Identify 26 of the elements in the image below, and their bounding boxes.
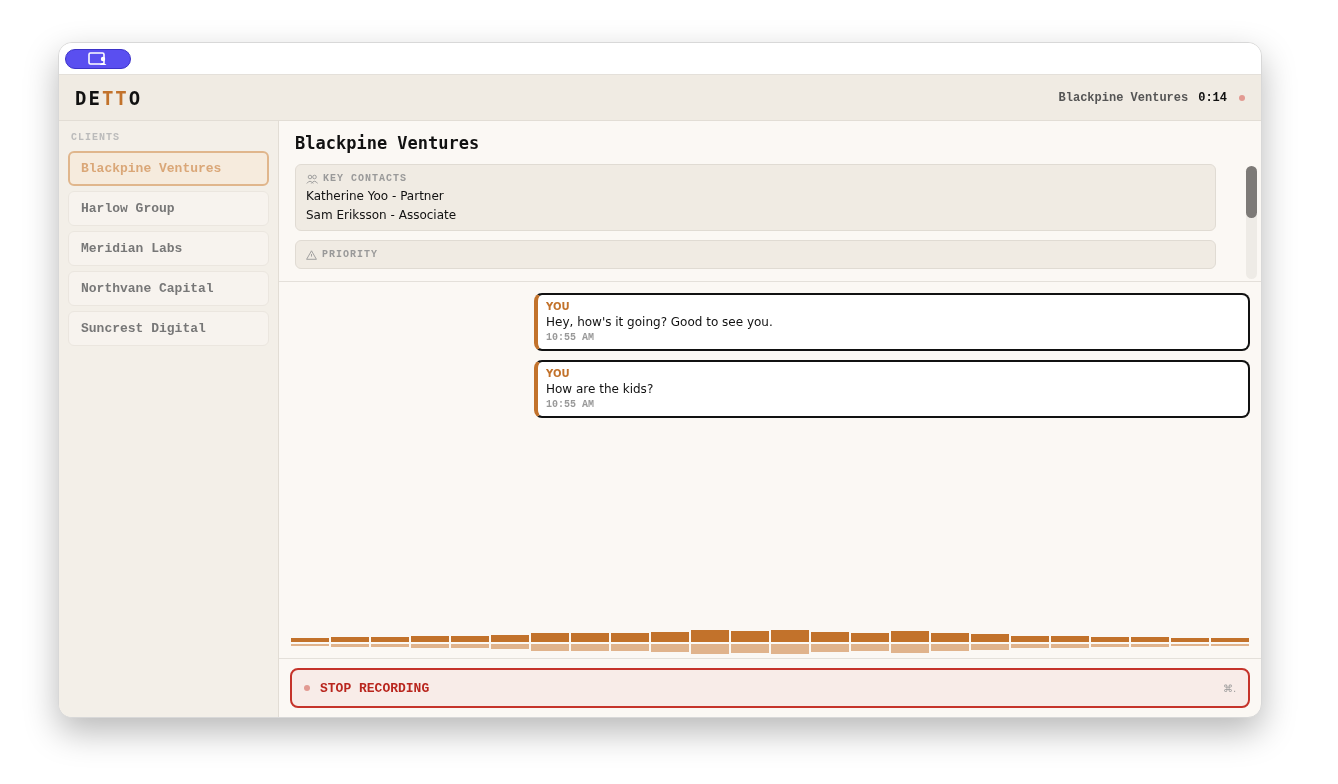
client-item[interactable]: Meridian Labs: [68, 231, 269, 266]
scrollbar[interactable]: [1246, 166, 1257, 279]
warning-icon: [306, 249, 317, 260]
client-item[interactable]: Suncrest Digital: [68, 311, 269, 346]
people-icon: [306, 173, 318, 184]
sidebar-heading: CLIENTS: [71, 132, 121, 143]
message-text: Hey, how's it going? Good to see you.: [546, 315, 774, 329]
message-time: 10:55 AM: [546, 332, 595, 343]
client-title: Blackpine Ventures: [295, 133, 481, 153]
current-client: Blackpine Ventures: [1058, 90, 1189, 105]
message-time: 10:55 AM: [546, 399, 595, 410]
screen-share-button[interactable]: [65, 48, 131, 69]
message-text: How are the kids?: [546, 382, 655, 396]
speaker-label: YOU: [546, 301, 571, 312]
speaker-label: YOU: [546, 368, 571, 379]
app-logo: DETTO: [75, 86, 143, 109]
client-item[interactable]: Northvane Capital: [68, 271, 269, 306]
client-item[interactable]: Harlow Group: [68, 191, 269, 226]
contact-line: Katherine Yoo - Partner: [306, 189, 445, 203]
keyboard-shortcut: ⌘.: [1223, 682, 1236, 694]
stop-recording-button[interactable]: STOP RECORDING ⌘.: [290, 668, 1250, 708]
contact-line: Sam Eriksson - Associate: [306, 208, 458, 222]
card-heading: PRIORITY: [322, 249, 378, 260]
card-heading: KEY CONTACTS: [323, 173, 407, 184]
screen-person-icon: [88, 51, 108, 66]
recording-timer: 0:14: [1198, 90, 1227, 105]
